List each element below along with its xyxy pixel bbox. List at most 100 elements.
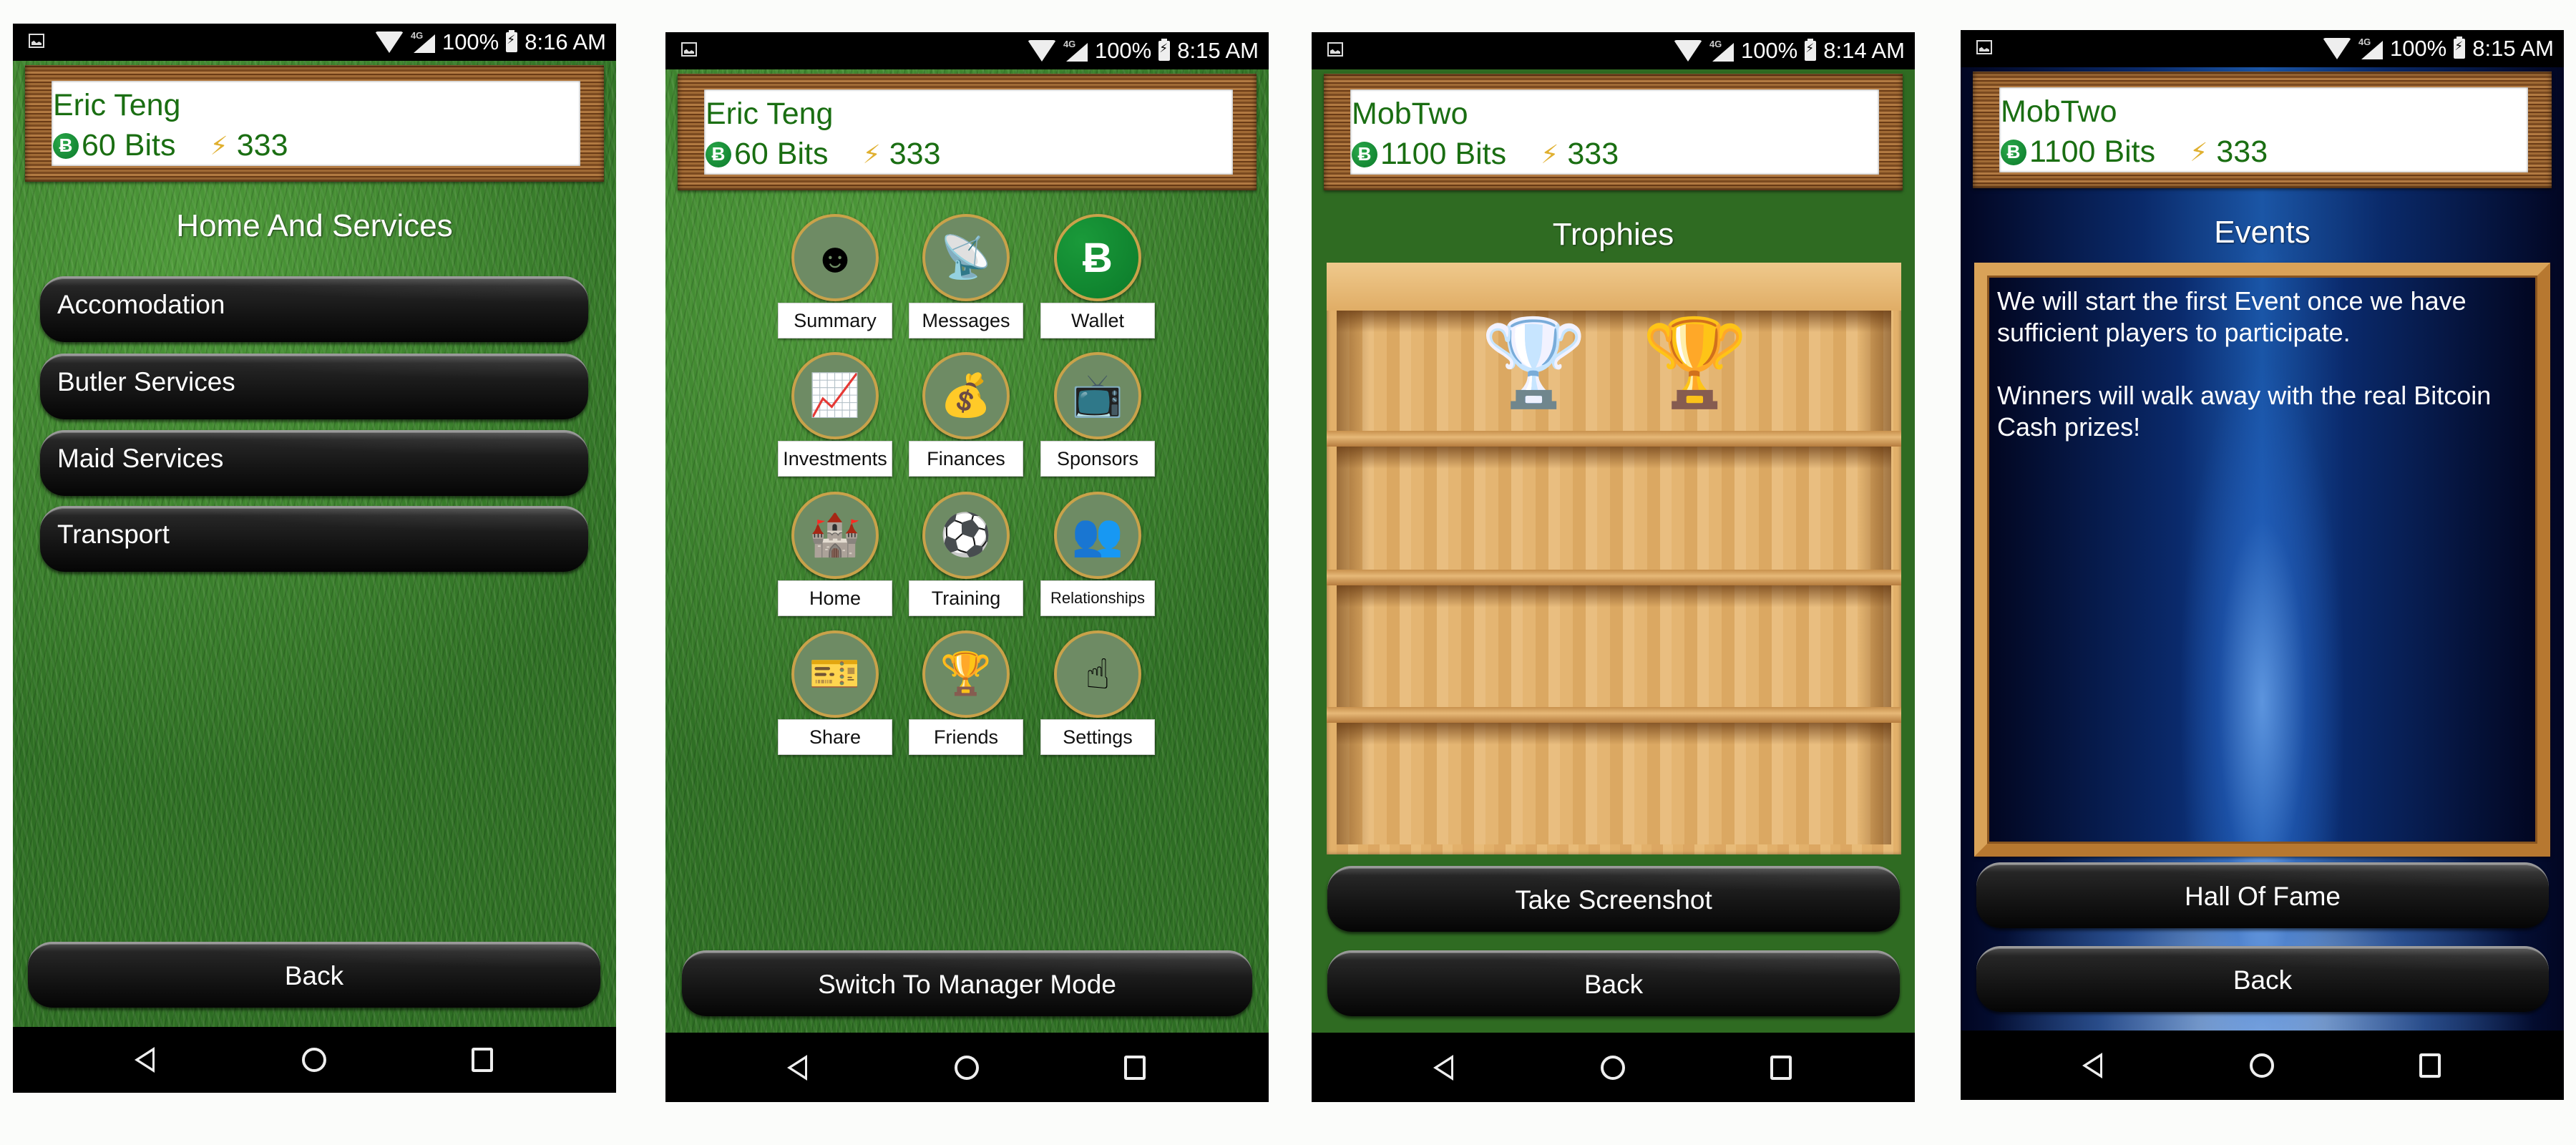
- switch-to-manager-mode-button[interactable]: Switch To Manager Mode: [682, 950, 1252, 1016]
- ticket-icon[interactable]: 🎫: [791, 630, 879, 718]
- phone-events: 4G 100% 8:15 AM MobTwo Ƀ 1100 Bits ⚡ 333…: [1961, 30, 2564, 1100]
- gallery-notification-icon: [681, 42, 697, 57]
- nav-back-icon[interactable]: [1433, 1055, 1453, 1081]
- shelf-row-1: [1337, 311, 1891, 431]
- shelf-row-2: [1337, 447, 1891, 570]
- lightning-energy-icon: ⚡: [862, 139, 881, 169]
- shelf-ledge: [1327, 431, 1901, 447]
- take-screenshot-button[interactable]: Take Screenshot: [1327, 866, 1900, 932]
- player-header-frame: Eric Teng Ƀ 60 Bits ⚡ 333: [678, 74, 1257, 190]
- wifi-icon: [1673, 40, 1702, 62]
- growth-coins-icon[interactable]: 📈: [791, 352, 879, 439]
- shelf-row-3: [1337, 585, 1891, 707]
- back-button[interactable]: Back: [1327, 950, 1900, 1016]
- android-nav-bar: [665, 1033, 1269, 1102]
- nav-back-icon[interactable]: [2082, 1053, 2102, 1078]
- battery-charging-icon: [1805, 39, 1817, 61]
- mansion-icon[interactable]: 🏰: [791, 492, 879, 579]
- nav-home-icon[interactable]: [1601, 1056, 1625, 1080]
- player-header-frame: MobTwo Ƀ 1100 Bits ⚡ 333: [1973, 72, 2552, 188]
- clock: 8:15 AM: [1177, 38, 1259, 63]
- menu-label[interactable]: Friends: [909, 719, 1023, 755]
- battery-percent: 100%: [1094, 38, 1152, 63]
- wifi-icon: [1027, 40, 1056, 62]
- gallery-notification-icon: [29, 34, 44, 48]
- bitcoin-coin-icon: Ƀ: [706, 141, 731, 167]
- battery-charging-icon: [1158, 39, 1171, 61]
- cell-signal-icon: 4G: [1709, 39, 1734, 62]
- events-message: We will start the first Event once we ha…: [1997, 286, 2492, 442]
- menu-label[interactable]: Settings: [1040, 719, 1155, 755]
- wifi-icon: [2322, 38, 2351, 59]
- transport-button[interactable]: Transport: [40, 506, 588, 572]
- nav-recents-icon[interactable]: [1770, 1056, 1792, 1080]
- shelf-top: [1327, 263, 1901, 311]
- accomodation-button[interactable]: Accomodation: [40, 276, 588, 342]
- menu-label[interactable]: Wallet: [1040, 303, 1155, 338]
- screen-title: Trophies: [1552, 217, 1674, 252]
- lightning-energy-icon: ⚡: [2190, 137, 2208, 167]
- menu-label[interactable]: Relationships: [1040, 580, 1155, 616]
- menu-label[interactable]: Investments: [778, 441, 892, 477]
- lightning-energy-icon: ⚡: [210, 130, 228, 160]
- back-button[interactable]: Back: [1976, 946, 2549, 1012]
- status-bar: 4G 100% 8:15 AM: [665, 32, 1269, 69]
- head-soccer-icon[interactable]: ☻: [791, 214, 879, 301]
- gallery-notification-icon: [1976, 40, 1992, 54]
- money-stacks-icon[interactable]: 💰: [922, 352, 1010, 439]
- menu-label[interactable]: Share: [778, 719, 892, 755]
- shelf-ledge: [1327, 570, 1901, 585]
- shelf-ledge: [1327, 707, 1901, 723]
- back-button[interactable]: Back: [28, 942, 600, 1008]
- battery-percent: 100%: [1740, 38, 1798, 63]
- shelf-row-4: [1337, 723, 1891, 844]
- trophy-shelf: 🏆 🏆: [1327, 263, 1901, 854]
- podium-ball-icon[interactable]: 🏆: [922, 630, 1010, 718]
- menu-label[interactable]: Home: [778, 580, 892, 616]
- butler-services-button[interactable]: Butler Services: [40, 354, 588, 419]
- nav-home-icon[interactable]: [2250, 1053, 2274, 1078]
- satellite-dish-icon[interactable]: 📡: [922, 214, 1010, 301]
- menu-label[interactable]: Training: [909, 580, 1023, 616]
- hall-of-fame-button[interactable]: Hall Of Fame: [1976, 862, 2549, 928]
- nav-recents-icon[interactable]: [2419, 1053, 2441, 1078]
- energy-value: 333: [236, 128, 288, 162]
- people-arrow-icon[interactable]: 👥: [1054, 492, 1141, 579]
- player-name: Eric Teng: [53, 88, 181, 122]
- bits-balance: 60 Bits: [82, 128, 176, 162]
- platinum-trophy-icon[interactable]: 🏆: [1480, 320, 1587, 406]
- nav-recents-icon[interactable]: [472, 1048, 493, 1072]
- tv-soccer-icon[interactable]: 📺: [1054, 352, 1141, 439]
- maid-services-button[interactable]: Maid Services: [40, 430, 588, 496]
- player-info-panel: MobTwo Ƀ 1100 Bits ⚡ 333: [1350, 89, 1879, 175]
- menu-label[interactable]: Sponsors: [1040, 441, 1155, 477]
- cone-ball-icon[interactable]: ⚽: [922, 492, 1010, 579]
- pointing-finger-icon[interactable]: ☝: [1054, 630, 1141, 718]
- player-header-frame: Eric Teng Ƀ 60 Bits ⚡ 333: [25, 65, 604, 182]
- nav-back-icon[interactable]: [787, 1055, 807, 1081]
- cell-signal-icon: 4G: [411, 30, 435, 53]
- cell-signal-icon: 4G: [1063, 39, 1088, 62]
- player-name: Eric Teng: [706, 97, 834, 131]
- menu-label[interactable]: Finances: [909, 441, 1023, 477]
- events-message-frame: We will start the first Event once we ha…: [1974, 263, 2550, 857]
- nav-recents-icon[interactable]: [1124, 1056, 1146, 1080]
- battery-charging-icon: [2454, 36, 2466, 59]
- bitcoin-coin-icon: Ƀ: [1352, 141, 1377, 167]
- nav-home-icon[interactable]: [955, 1056, 979, 1080]
- cell-signal-icon: 4G: [2358, 36, 2383, 59]
- phone-trophies: 4G 100% 8:14 AM MobTwo Ƀ 1100 Bits ⚡ 333…: [1312, 32, 1915, 1102]
- android-nav-bar: [13, 1027, 616, 1093]
- nav-back-icon[interactable]: [135, 1047, 155, 1073]
- energy-value: 333: [1567, 137, 1619, 171]
- battery-percent: 100%: [441, 29, 499, 54]
- clock: 8:15 AM: [2472, 36, 2554, 61]
- player-name: MobTwo: [1352, 97, 1468, 131]
- menu-label[interactable]: Messages: [909, 303, 1023, 338]
- bitcoin-icon[interactable]: Ƀ: [1054, 214, 1141, 301]
- welcome-trophy-icon[interactable]: 🏆: [1641, 320, 1748, 406]
- nav-home-icon[interactable]: [302, 1048, 326, 1072]
- menu-label[interactable]: Summary: [778, 303, 892, 338]
- player-stats: Ƀ 1100 Bits ⚡ 333: [2001, 135, 2268, 170]
- phone-main-menu: 4G 100% 8:15 AM Eric Teng Ƀ 60 Bits ⚡ 33…: [665, 32, 1269, 1102]
